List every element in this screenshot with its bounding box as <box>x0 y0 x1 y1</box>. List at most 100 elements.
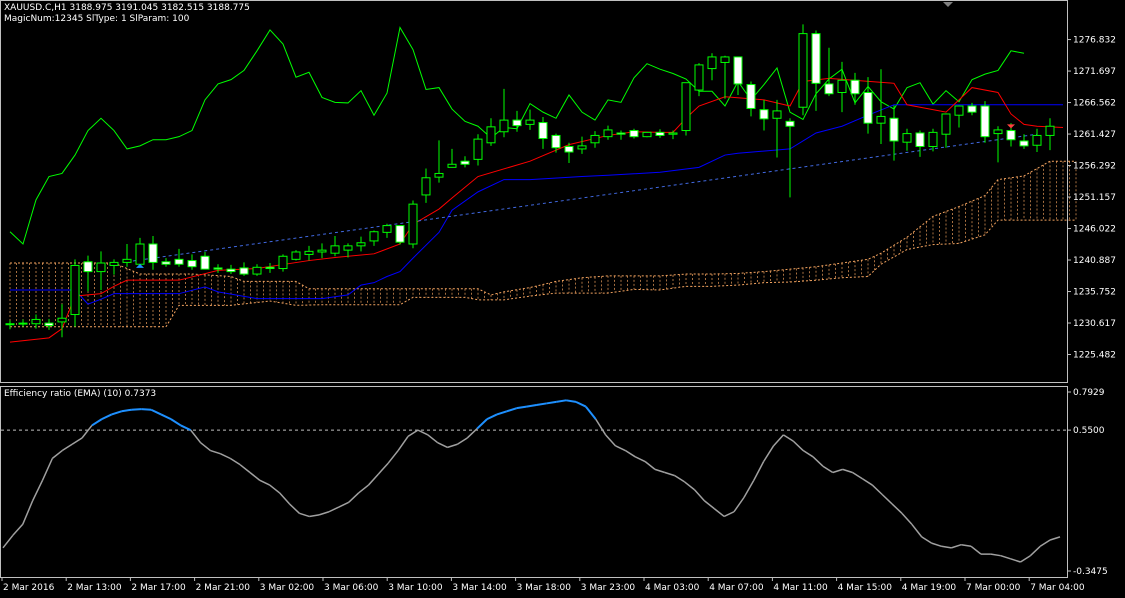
candle[interactable] <box>83 255 93 292</box>
candle[interactable] <box>954 105 964 128</box>
candle[interactable] <box>590 131 600 148</box>
candle[interactable] <box>824 47 834 97</box>
indicator-axis-label: 0.7929 <box>1073 388 1105 398</box>
er-line-segment <box>1010 558 1021 563</box>
er-line-segment <box>832 468 843 474</box>
candle[interactable] <box>187 254 197 270</box>
candle[interactable] <box>395 225 405 245</box>
time-axis-label: 3 Mar 06:00 <box>324 583 379 593</box>
candle-body <box>1032 134 1042 146</box>
candle[interactable] <box>642 131 652 138</box>
candle[interactable] <box>356 236 366 252</box>
candle[interactable] <box>538 117 548 149</box>
scroll-indicator-icon[interactable] <box>943 2 953 7</box>
candle[interactable] <box>772 99 782 158</box>
candle[interactable] <box>278 254 288 272</box>
er-line-segment <box>447 443 458 449</box>
er-line-segment <box>1039 539 1051 547</box>
candle-body <box>57 317 67 323</box>
candle[interactable] <box>265 263 275 273</box>
candle[interactable] <box>304 245 314 261</box>
candle[interactable] <box>460 156 470 168</box>
candle[interactable] <box>421 168 431 203</box>
candle[interactable] <box>447 148 457 168</box>
candle[interactable] <box>226 264 236 275</box>
candle[interactable] <box>96 251 106 290</box>
price-pane-frame <box>0 0 1068 383</box>
candle[interactable] <box>369 230 379 246</box>
candle[interactable] <box>239 262 249 276</box>
candle[interactable] <box>382 223 392 238</box>
er-line-segment <box>585 405 597 420</box>
candle[interactable] <box>1045 118 1055 151</box>
candle-body <box>252 266 262 275</box>
candle[interactable] <box>291 250 301 261</box>
candle[interactable] <box>889 105 899 161</box>
candle[interactable] <box>876 69 886 145</box>
candle[interactable] <box>486 118 496 146</box>
candle[interactable] <box>18 319 28 327</box>
candle-body <box>1045 125 1055 136</box>
candle[interactable] <box>941 113 951 148</box>
candle[interactable] <box>44 318 54 330</box>
candle-body <box>226 268 236 273</box>
candle[interactable] <box>343 243 353 258</box>
candle-body <box>928 131 938 147</box>
candle[interactable] <box>915 130 925 157</box>
candle[interactable] <box>317 243 327 259</box>
candle[interactable] <box>408 200 418 249</box>
candle-body <box>499 119 509 133</box>
candle[interactable] <box>148 236 158 270</box>
candle-body <box>161 261 171 265</box>
candle[interactable] <box>5 320 15 330</box>
candle[interactable] <box>603 125 613 140</box>
time-axis-label: 3 Mar 02:00 <box>260 583 315 593</box>
candle[interactable] <box>330 236 340 257</box>
candle[interactable] <box>980 101 990 143</box>
candle[interactable] <box>252 264 262 276</box>
candle[interactable] <box>902 128 912 151</box>
candle[interactable] <box>746 81 756 117</box>
candle[interactable] <box>135 237 145 267</box>
candle[interactable] <box>70 259 80 327</box>
candlesticks[interactable] <box>5 24 1055 338</box>
chart-canvas[interactable]: 1276.832 1271.697 1266.562 1261.427 1256.292… <box>0 0 1125 598</box>
candle[interactable] <box>174 248 184 267</box>
candle-body <box>707 56 717 70</box>
candle[interactable] <box>668 130 678 140</box>
candle[interactable] <box>616 130 626 140</box>
candle[interactable] <box>525 109 535 130</box>
time-axis-label: 2 Mar 2016 <box>3 583 55 593</box>
candle[interactable] <box>733 56 743 95</box>
candle[interactable] <box>473 134 483 166</box>
candle[interactable] <box>837 61 847 113</box>
candle[interactable] <box>122 244 132 267</box>
candle-body <box>83 261 93 273</box>
candle[interactable] <box>434 140 444 183</box>
candle[interactable] <box>57 304 67 338</box>
candle[interactable] <box>785 118 795 198</box>
candle[interactable] <box>161 258 171 267</box>
candle[interactable] <box>200 251 210 270</box>
candle[interactable] <box>681 82 691 136</box>
candle[interactable] <box>109 259 119 275</box>
er-line-segment <box>723 511 735 518</box>
candle[interactable] <box>629 128 639 139</box>
candle[interactable] <box>759 99 769 131</box>
candle[interactable] <box>655 129 665 138</box>
er-line-segment <box>842 468 853 474</box>
candle[interactable] <box>707 53 717 81</box>
er-line-segment <box>288 503 300 514</box>
candle[interactable] <box>863 77 873 134</box>
candle[interactable] <box>551 133 561 153</box>
price-axis-label: 1276.832 <box>1073 36 1116 46</box>
time-axis-label: 4 Mar 11:00 <box>773 583 828 593</box>
candle[interactable] <box>577 136 587 154</box>
candle[interactable] <box>499 88 509 138</box>
candle[interactable] <box>798 24 808 116</box>
er-line-segment <box>309 514 320 518</box>
candle[interactable] <box>720 55 730 99</box>
candle[interactable] <box>993 126 1003 163</box>
candle[interactable] <box>1032 128 1042 152</box>
er-line-segment <box>871 484 883 496</box>
